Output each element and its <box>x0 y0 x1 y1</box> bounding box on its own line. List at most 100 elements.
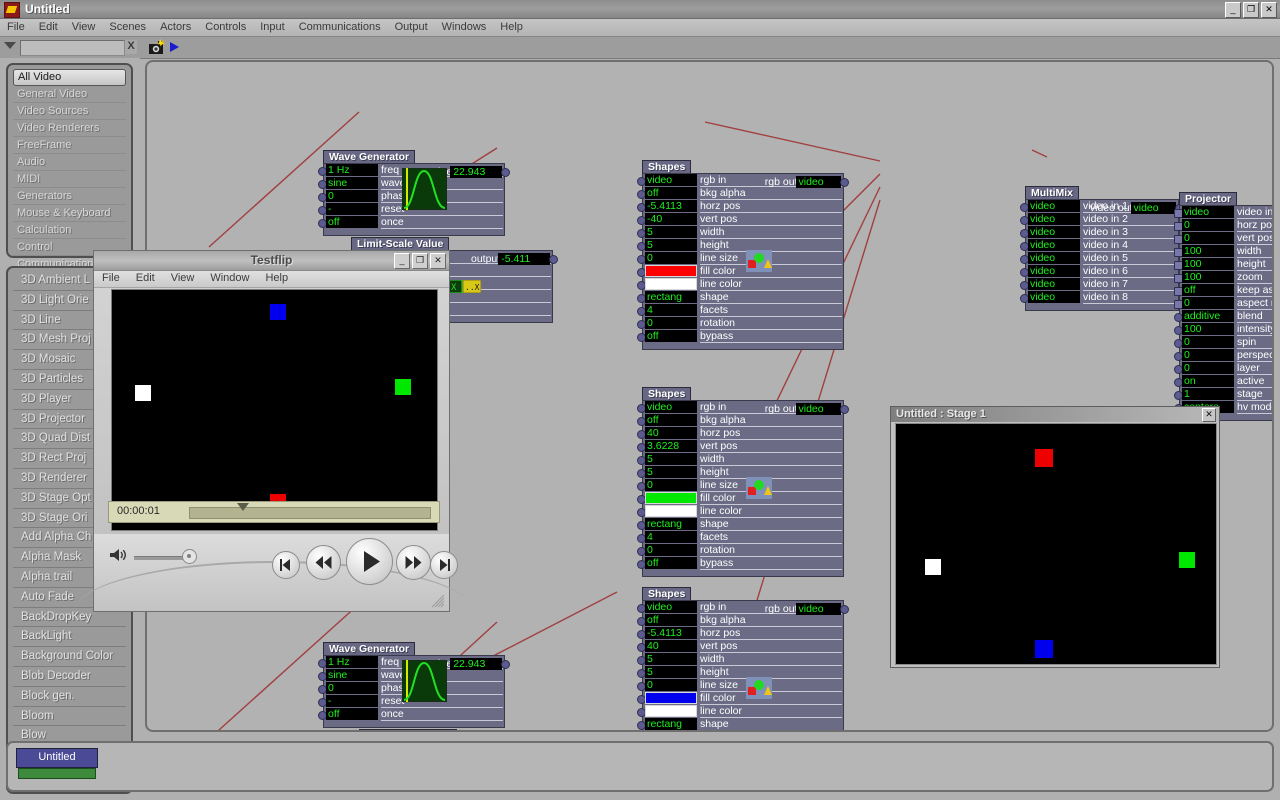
input-value-wave[interactable]: sine <box>326 669 378 681</box>
input-value-spin[interactable]: 0 <box>1182 336 1234 348</box>
testflip-menu-edit[interactable]: Edit <box>128 271 163 284</box>
menu-item-controls[interactable]: Controls <box>198 19 253 36</box>
input-value-line-size[interactable]: 0 <box>645 679 697 691</box>
input-value-stage[interactable]: 1 <box>1182 388 1234 400</box>
output-port[interactable] <box>501 168 510 177</box>
testflip-menu-window[interactable]: Window <box>202 271 257 284</box>
category-item-freeframe[interactable]: FreeFrame <box>13 137 126 154</box>
close-button[interactable]: ✕ <box>1261 2 1277 18</box>
input-value-bkg-alpha[interactable]: off <box>645 614 697 626</box>
output-value-rgb-out[interactable]: video <box>795 176 841 188</box>
output-port[interactable] <box>840 178 849 187</box>
node-title-shapes-1[interactable]: Shapes <box>642 160 692 174</box>
input-value-shape[interactable]: rectang <box>645 718 697 730</box>
speaker-icon[interactable] <box>109 548 127 567</box>
input-value-phase[interactable]: 0 <box>326 682 378 694</box>
output-value-output[interactable]: -5.411 <box>498 253 550 265</box>
output-port[interactable] <box>840 605 849 614</box>
input-value-width[interactable]: 100 <box>1182 245 1234 257</box>
actor-item-block-gen-[interactable]: Block gen. <box>13 687 126 707</box>
category-item-generators[interactable]: Generators <box>13 188 126 205</box>
node-title-multimix-1[interactable]: MultiMix <box>1025 186 1079 200</box>
input-value-width[interactable]: 5 <box>645 653 697 665</box>
input-value-video-in-7[interactable]: video <box>1028 278 1080 290</box>
color-swatch-line-color[interactable] <box>645 278 697 290</box>
minimize-button[interactable]: _ <box>1225 2 1241 18</box>
input-value-height[interactable]: 5 <box>645 666 697 678</box>
menu-item-view[interactable]: View <box>65 19 103 36</box>
input-value-vert-pos[interactable]: -40 <box>645 213 697 225</box>
input-value-bypass[interactable]: off <box>645 557 697 569</box>
output-port[interactable] <box>840 405 849 414</box>
category-item-midi[interactable]: MIDI <box>13 171 126 188</box>
input-value-vert-pos[interactable]: 0 <box>1182 232 1234 244</box>
input-value-rotation[interactable]: 0 <box>645 544 697 556</box>
input-value-horz-pos[interactable]: -5.4113 <box>645 627 697 639</box>
dropdown-arrow-icon[interactable] <box>4 42 16 49</box>
input-value-active[interactable]: on <box>1182 375 1234 387</box>
menu-item-communications[interactable]: Communications <box>292 19 388 36</box>
input-value-line-size[interactable]: 0 <box>645 479 697 491</box>
output-port[interactable] <box>501 660 510 669</box>
input-value-freq[interactable]: 1 Hz <box>326 164 378 176</box>
menu-item-output[interactable]: Output <box>388 19 435 36</box>
volume-slider-track[interactable] <box>134 556 184 560</box>
input-value-once[interactable]: off <box>326 216 378 228</box>
fast-forward-button[interactable] <box>396 545 431 580</box>
testflip-close-button[interactable]: ✕ <box>430 253 446 269</box>
menu-item-scenes[interactable]: Scenes <box>102 19 153 36</box>
input-value-bypass[interactable]: off <box>645 330 697 342</box>
input-value-phase[interactable]: 0 <box>326 190 378 202</box>
testflip-menu-view[interactable]: View <box>163 271 203 284</box>
input-value-shape[interactable]: rectang <box>645 291 697 303</box>
resize-grip[interactable] <box>429 594 445 608</box>
input-value-width[interactable]: 5 <box>645 453 697 465</box>
output-value-rgb-out[interactable]: video <box>795 603 841 615</box>
camera-icon[interactable] <box>148 39 168 56</box>
testflip-window[interactable]: Testflip _ ❐ ✕ File Edit View Window Help 00… <box>74 250 474 612</box>
volume-slider-knob[interactable] <box>182 549 197 564</box>
testflip-minimize-button[interactable]: _ <box>394 253 410 269</box>
testflip-playhead[interactable] <box>237 503 249 511</box>
input-value-blend[interactable]: additive <box>1182 310 1234 322</box>
input-value-once[interactable]: off <box>326 708 378 720</box>
input-value-keep-aspect[interactable]: off <box>1182 284 1234 296</box>
input-value-rgb-in[interactable]: video <box>645 601 697 613</box>
actor-item-background-color[interactable]: Background Color <box>13 647 126 667</box>
node-title-shapes-3[interactable]: Shapes <box>642 587 692 601</box>
output-value-rgb-out[interactable]: video <box>795 403 841 415</box>
color-swatch-fill-color[interactable] <box>645 265 697 277</box>
category-item-all-video[interactable]: All Video <box>13 69 126 86</box>
menu-item-file[interactable]: File <box>0 19 32 36</box>
play-triangle-icon[interactable] <box>170 42 179 52</box>
input-value-video-in-5[interactable]: video <box>1028 252 1080 264</box>
node-title-shapes-2[interactable]: Shapes <box>642 387 692 401</box>
category-item-audio[interactable]: Audio <box>13 154 126 171</box>
input-value-vert-pos[interactable]: 3.6228 <box>645 440 697 452</box>
play-button[interactable] <box>346 538 393 585</box>
input-value-line-size[interactable]: 0 <box>645 252 697 264</box>
testflip-track[interactable] <box>189 507 431 519</box>
input-value-layer[interactable]: 0 <box>1182 362 1234 374</box>
stage-close-button[interactable]: ✕ <box>1202 408 1216 422</box>
node-title-limit-scale-1[interactable]: Limit-Scale Value <box>351 237 450 251</box>
category-item-video-renderers[interactable]: Video Renderers <box>13 120 126 137</box>
input-value-rotation[interactable]: 0 <box>645 317 697 329</box>
input-value-horz-pos[interactable]: -5.4113 <box>645 200 697 212</box>
category-item-general-video[interactable]: General Video <box>13 86 126 103</box>
category-item-calculation[interactable]: Calculation <box>13 222 126 239</box>
input-value-zoom[interactable]: 100 <box>1182 271 1234 283</box>
input-value-facets[interactable]: 4 <box>645 304 697 316</box>
skip-back-button[interactable] <box>272 551 300 579</box>
input-value-reset[interactable]: - <box>326 695 378 707</box>
input-value-video-in[interactable]: video <box>1182 206 1234 218</box>
input-value-rgb-in[interactable]: video <box>645 174 697 186</box>
output-value-value[interactable]: 22.943 <box>450 166 502 178</box>
color-swatch-line-color[interactable] <box>645 705 697 717</box>
output-value-value[interactable]: 22.943 <box>450 658 502 670</box>
node-title-wave-generator-1[interactable]: Wave Generator <box>323 150 416 164</box>
input-value-facets[interactable]: 4 <box>645 531 697 543</box>
stage-window[interactable]: Untitled : Stage 1 ✕ <box>890 406 1220 668</box>
input-value-height[interactable]: 5 <box>645 239 697 251</box>
input-value-rgb-in[interactable]: video <box>645 401 697 413</box>
